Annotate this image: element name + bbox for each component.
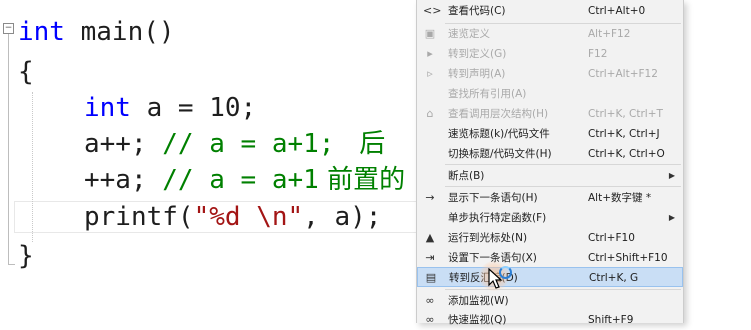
menu-item-go-to-disassembly[interactable]: ▤ 转到反汇编(D) Ctrl+K, G [417,267,683,287]
menu-item-quick-watch[interactable]: ∞ 快速监视(Q) Shift+F9 [417,310,683,330]
collapse-toggle-icon[interactable]: − [3,23,14,34]
code-line-7: } [18,240,34,272]
statement: ++a; [84,165,147,195]
menu-item-view-code[interactable]: <> 查看代码(C) Ctrl+Alt+0 [417,1,683,21]
menu-item-find-all-references[interactable]: 查找所有引用(A) [417,84,683,104]
code-line-2: { [18,56,34,88]
menu-item-go-to-declaration[interactable]: ▹ 转到声明(A) Ctrl+Alt+F12 [417,64,683,84]
fold-guide-end [8,264,15,265]
go-to-declaration-icon: ▹ [427,67,433,80]
call-args: , a); [303,202,382,232]
peek-definition-icon: ▣ [424,27,436,40]
submenu-arrow-icon: ▶ [668,213,675,222]
go-to-definition-icon: ▸ [427,47,433,60]
comment: // a = a+1; [146,129,335,159]
comment-cn: 前置的 [318,165,406,195]
keyword-int: int [84,93,131,123]
indent-guide [32,92,33,242]
function-call: printf( [84,202,194,232]
disassembly-icon: ▤ [425,271,437,284]
menu-item-toggle-header[interactable]: 切换标题/代码文件(H) Ctrl+K, Ctrl+O [417,144,683,164]
close-brace: } [18,241,34,271]
cursor-arrow-icon: ▲ [425,231,435,244]
busy-spinner-icon [499,266,512,279]
call-hierarchy-icon: ⌂ [426,107,434,120]
menu-item-breakpoint[interactable]: 断点(B) ▶ [417,166,683,186]
menu-item-peek-definition[interactable]: ▣ 速览定义 Alt+F12 [417,24,683,44]
menu-separator [445,186,681,187]
open-brace: { [18,57,34,87]
statement: a++; [84,129,147,159]
menu-separator [445,164,681,165]
context-menu: <> 查看代码(C) Ctrl+Alt+0 ▣ 速览定义 Alt+F12 ▸ 转… [416,0,684,326]
declaration: a = 10; [130,93,257,123]
menu-item-peek-header[interactable]: 速览标题(k)/代码文件 Ctrl+K, Ctrl+J [417,124,683,144]
code-line-3: int a = 10; [84,92,256,124]
fold-guide-line [8,34,9,264]
code-line-5: ++a; // a = a+1 前置的 [84,164,405,196]
code-line-1: int main() [18,16,175,48]
code-line-6: printf("%d \n", a); [84,201,381,233]
code-line-4: a++; // a = a+1; 后 [84,128,385,160]
menu-item-go-to-definition[interactable]: ▸ 转到定义(G) F12 [417,44,683,64]
set-next-statement-icon: ⇥ [425,251,435,264]
menu-item-step-into-specific[interactable]: 单步执行特定函数(F) ▶ [417,208,683,228]
menu-item-run-to-cursor[interactable]: ▲ 运行到光标处(N) Ctrl+F10 [417,228,683,248]
code-icon: <> [423,4,442,17]
comment-cn: 后 [334,129,386,159]
menu-item-add-watch[interactable]: ∞ 添加监视(W) [417,291,683,311]
main-signature: main() [64,17,175,47]
menu-item-view-call-hierarchy[interactable]: ⌂ 查看调用层次结构(H) Ctrl+K, Ctrl+T [417,104,683,124]
glasses-icon: ∞ [425,313,435,326]
string-literal: "%d \n" [193,202,304,232]
keyword-int: int [18,17,65,47]
menu-separator [445,289,681,290]
comment: // a = a+1 [146,165,319,195]
menu-item-show-next-statement[interactable]: → 显示下一条语句(H) Alt+数字键 * [417,188,683,208]
arrow-right-icon: → [425,191,435,204]
glasses-icon: ∞ [425,294,435,307]
submenu-arrow-icon: ▶ [668,171,675,180]
menu-item-set-next-statement[interactable]: ⇥ 设置下一条语句(X) Ctrl+Shift+F10 [417,248,683,268]
